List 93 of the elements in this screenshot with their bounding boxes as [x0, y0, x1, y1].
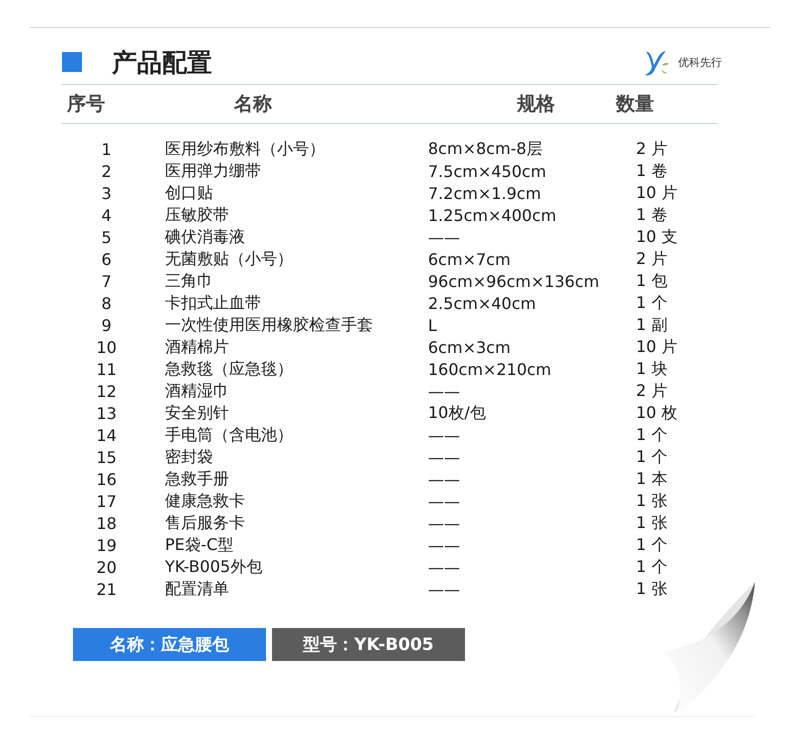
table-cell: 1 块 [636, 358, 668, 380]
table-cell: 3 [101, 184, 112, 202]
table-cell: 手电筒（含电池） [165, 424, 293, 446]
table-cell: 1 卷 [636, 160, 668, 182]
table-cell: 1 张 [636, 578, 668, 600]
table-cell: PE袋-C型 [165, 534, 234, 556]
model-label: 型号：YK-B005 [272, 628, 465, 661]
table-cell: 急救毯（应急毯） [165, 358, 293, 380]
table-cell: —— [428, 426, 460, 444]
square-marker [62, 52, 82, 72]
section-title: 产品配置 [112, 46, 213, 78]
table-cell: 12 [96, 382, 117, 400]
table-cell: 1 [101, 140, 112, 158]
table-cell: 7 [101, 272, 112, 290]
table-cell: 1 个 [636, 556, 668, 578]
table-cell: L [428, 316, 437, 334]
table-cell: —— [428, 514, 460, 532]
table-cell: 售后服务卡 [165, 512, 245, 534]
table-cell: 7.2cm×1.9cm [428, 184, 542, 202]
table-cell: 医用弹力绷带 [165, 160, 261, 182]
table-cell: —— [428, 492, 460, 510]
table-cell: 酒精棉片 [165, 336, 229, 358]
table-cell: 6cm×7cm [428, 250, 511, 268]
table-cell: 11 [96, 360, 117, 378]
table-cell: 10 支 [636, 226, 678, 248]
table-cell: 10 片 [636, 336, 678, 358]
table-cell: 2 [101, 162, 112, 180]
table-cell: 18 [96, 514, 117, 532]
product-name-label: 名称：应急腰包 [73, 628, 266, 661]
table-cell: 健康急救卡 [165, 490, 245, 512]
table-cell: —— [428, 580, 460, 598]
table-cell: 5 [101, 228, 112, 246]
table-cell: 1 包 [636, 270, 668, 292]
table-cell: 10 片 [636, 182, 678, 204]
table-cell: 1.25cm×400cm [428, 206, 556, 224]
table-cell: 碘伏消毒液 [165, 226, 245, 248]
brand-name: 优科先行 [678, 54, 722, 70]
table-cell: 8 [101, 294, 112, 312]
column-header: 数量 [614, 92, 655, 117]
column-header: 序号 [66, 92, 106, 117]
table-cell: 2 片 [636, 380, 668, 402]
table-cell: 15 [96, 448, 117, 466]
table-cell: 一次性使用医用橡胶检查手套 [165, 314, 373, 336]
table-cell: 急救手册 [165, 468, 229, 490]
table-cell: —— [428, 228, 460, 246]
table-cell: 10 枚 [636, 402, 678, 424]
table-cell: —— [428, 470, 460, 488]
table-cell: 1 个 [636, 534, 668, 556]
table-cell: 1 卷 [636, 204, 668, 226]
table-cell: 创口贴 [165, 182, 213, 204]
table-cell: 160cm×210cm [428, 360, 552, 378]
table-cell: 13 [96, 404, 117, 422]
table-cell: 9 [101, 316, 112, 334]
table-cell: 6 [101, 250, 112, 268]
table-cell: 三角巾 [165, 270, 213, 292]
table-cell: —— [428, 382, 460, 400]
table-cell: 卡扣式止血带 [165, 292, 261, 314]
table-cell: YK-B005外包 [165, 556, 262, 578]
table-cell: 14 [96, 426, 117, 444]
table-cell: 酒精湿巾 [165, 380, 229, 402]
table-cell: 2 片 [636, 248, 668, 270]
table-cell: —— [428, 448, 460, 466]
table-cell: 2 片 [636, 138, 668, 160]
table-cell: 96cm×96cm×136cm [428, 272, 600, 290]
table-cell: 1 个 [636, 424, 668, 446]
table-cell: 1 个 [636, 292, 668, 314]
table-cell: 8cm×8cm-8层 [428, 138, 542, 160]
table-cell: 20 [96, 558, 117, 576]
table-cell: 19 [96, 536, 117, 554]
table-cell: —— [428, 558, 460, 576]
column-header: 名称 [232, 92, 273, 117]
table-cell: 2.5cm×40cm [428, 294, 536, 312]
table-cell: 6cm×3cm [428, 338, 511, 356]
table-cell: 1 张 [636, 490, 668, 512]
table-cell: 7.5cm×450cm [428, 162, 546, 180]
column-header: 规格 [516, 92, 556, 117]
table-cell: 配置清单 [165, 578, 229, 600]
table-cell: 10枚/包 [428, 402, 486, 424]
table-cell: 16 [96, 470, 117, 488]
table-cell: 无菌敷贴（小号） [165, 248, 293, 270]
table-cell: 17 [96, 492, 117, 510]
table-cell: 1 本 [636, 468, 668, 490]
table-cell: 1 个 [636, 446, 668, 468]
table-cell: 压敏胶带 [165, 204, 229, 226]
table-cell: 4 [101, 206, 112, 224]
table-cell: 1 副 [636, 314, 668, 336]
table-cell: —— [428, 536, 460, 554]
table-cell: 21 [96, 580, 117, 598]
table-cell: 10 [96, 338, 117, 356]
table-cell: 密封袋 [165, 446, 213, 468]
table-cell: 医用纱布敷料（小号） [165, 138, 325, 160]
table-cell: 1 张 [636, 512, 668, 534]
table-cell: 安全别针 [165, 402, 229, 424]
